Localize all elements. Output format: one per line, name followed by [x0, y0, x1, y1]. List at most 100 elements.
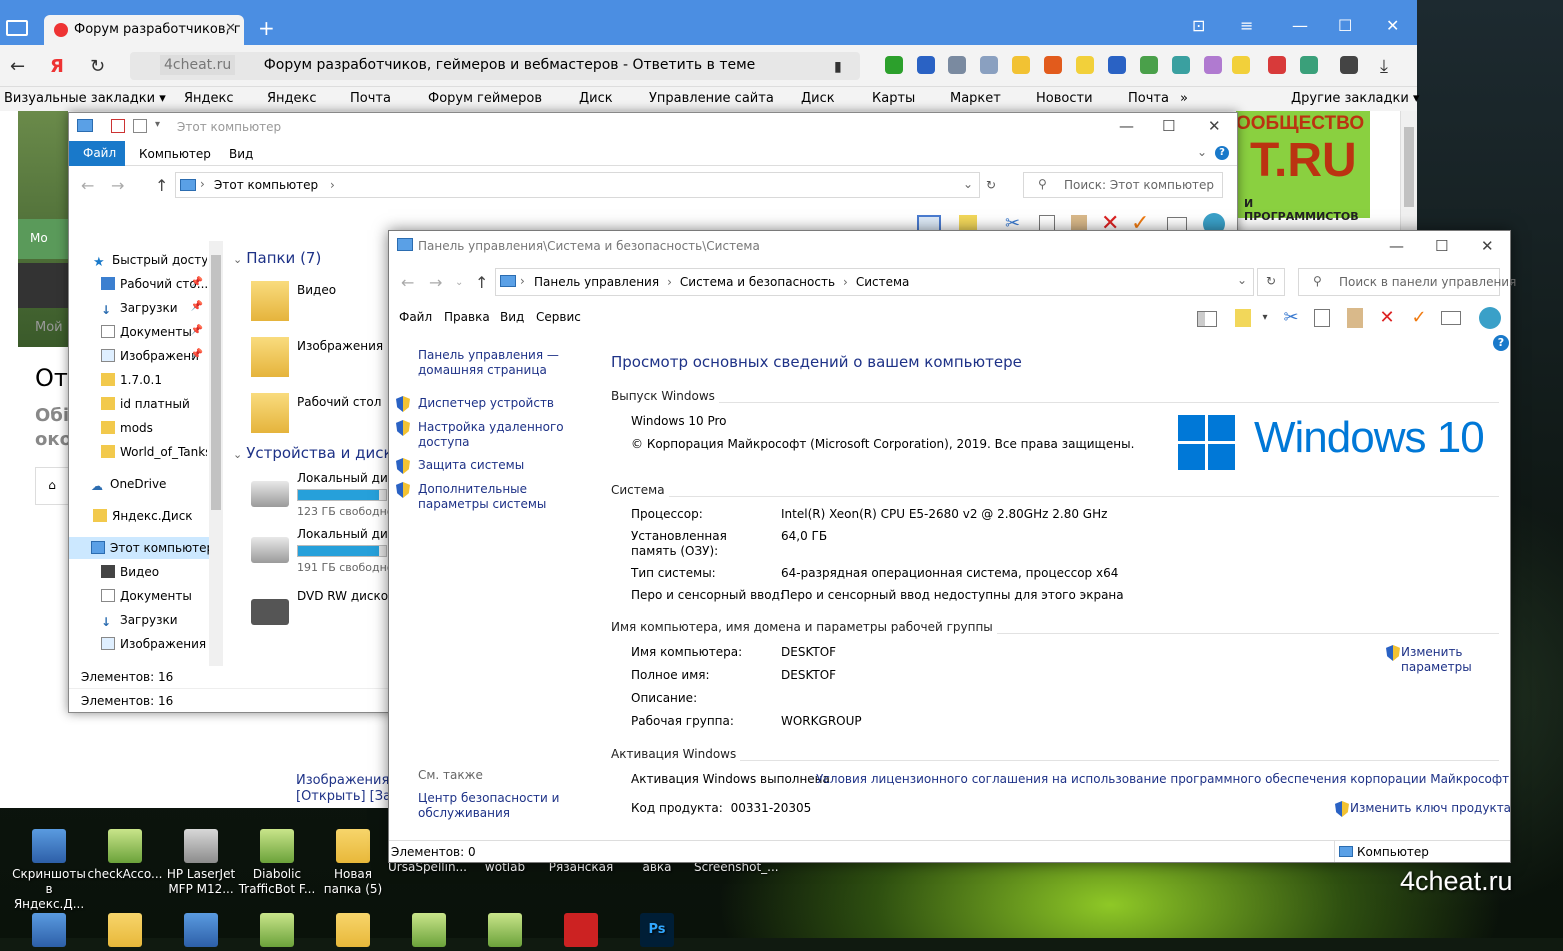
- close-icon[interactable]: ✕: [1481, 237, 1494, 255]
- address-path[interactable]: › Панель управления › Система и безопаснос…: [495, 268, 1254, 296]
- bookmark-visual[interactable]: Визуальные закладки ▾: [4, 91, 166, 106]
- page-menu-button[interactable]: Мо: [18, 219, 68, 259]
- bookmark-maps[interactable]: Карты: [872, 91, 915, 106]
- desktop-icon-row2[interactable]: [238, 907, 316, 951]
- refresh-icon[interactable]: ↻: [1257, 268, 1285, 296]
- copy-icon[interactable]: [1314, 309, 1330, 327]
- bookmark-mail[interactable]: Почта: [1128, 91, 1169, 106]
- bookmark-other[interactable]: Другие закладки ▾: [1291, 91, 1419, 106]
- nav-item[interactable]: World_of_Tanks_: [69, 441, 207, 463]
- nav-item[interactable]: id платный: [69, 393, 207, 415]
- cut-icon[interactable]: ✂: [1281, 308, 1301, 328]
- nav-item[interactable]: ↓ Загрузки 📌: [69, 297, 207, 319]
- extension-icon[interactable]: [948, 56, 966, 74]
- desktop-icon-row2[interactable]: [466, 907, 544, 951]
- maximize-icon[interactable]: ☐: [1162, 117, 1175, 135]
- nav-item[interactable]: ★ Быстрый доступ: [69, 249, 207, 271]
- reload-icon[interactable]: ↻: [90, 56, 105, 77]
- new-folder-icon[interactable]: [133, 119, 147, 133]
- bookmark-yandex[interactable]: Яндекс: [267, 91, 317, 106]
- breadcrumb-control-panel[interactable]: Панель управления: [534, 275, 659, 289]
- recent-dropdown-icon[interactable]: ⌄: [455, 277, 463, 288]
- back-icon[interactable]: ←: [10, 56, 25, 77]
- nav-item[interactable]: Документы 📌: [69, 321, 207, 343]
- extension-icon[interactable]: [1340, 56, 1358, 74]
- properties-icon[interactable]: [111, 119, 125, 133]
- desktop-icon-row2[interactable]: [10, 907, 88, 951]
- back-icon[interactable]: ←: [401, 273, 414, 292]
- desktop-icon-printer[interactable]: HP LaserJet MFP M12...: [162, 823, 240, 897]
- menu-view[interactable]: Вид: [500, 310, 524, 324]
- bookmark-manager-icon[interactable]: ⊡: [1192, 16, 1205, 35]
- bookmark-yandex[interactable]: Яндекс: [184, 91, 234, 106]
- path-segment[interactable]: Этот компьютер: [214, 178, 318, 192]
- extension-icon[interactable]: [1268, 56, 1286, 74]
- new-tab-button[interactable]: +: [258, 16, 275, 40]
- group-header-devices[interactable]: ⌄ Устройства и диски: [233, 444, 402, 462]
- forward-icon[interactable]: →: [111, 176, 124, 195]
- maximize-icon[interactable]: ☐: [1435, 237, 1448, 255]
- yandex-icon[interactable]: Я: [50, 56, 64, 77]
- nav-item[interactable]: mods: [69, 417, 207, 439]
- remote-settings-link[interactable]: Настройка удаленного доступа: [418, 420, 598, 450]
- nav-item[interactable]: 1.7.0.1: [69, 369, 207, 391]
- back-icon[interactable]: ←: [81, 176, 94, 195]
- nav-item[interactable]: Видео: [69, 561, 207, 583]
- change-settings-link[interactable]: Изменить параметры: [1401, 645, 1481, 675]
- bookmark-disk[interactable]: Диск: [801, 91, 835, 106]
- minimize-icon[interactable]: —: [1389, 237, 1404, 255]
- nav-item[interactable]: Этот компьютер: [69, 537, 209, 559]
- menu-service[interactable]: Сервис: [536, 310, 581, 324]
- nav-item[interactable]: Изображения: [69, 633, 207, 655]
- close-icon[interactable]: ✕: [1208, 117, 1221, 135]
- bookmark-news[interactable]: Новости: [1036, 91, 1093, 106]
- group-header-folders[interactable]: ⌄ Папки (7): [233, 249, 321, 267]
- search-input[interactable]: ⚲ Поиск: Этот компьютер: [1023, 172, 1223, 198]
- drive-item[interactable]: Локальный диск 191 ГБ свободно: [251, 525, 402, 577]
- folder-item-video[interactable]: Видео: [251, 281, 391, 333]
- bookmark-mail[interactable]: Почта: [350, 91, 391, 106]
- nav-item[interactable]: ☁ OneDrive: [69, 473, 207, 495]
- nav-item[interactable]: Изображени 📌: [69, 345, 207, 367]
- control-panel-home-link[interactable]: Панель управления — домашняя страница: [418, 348, 598, 378]
- breadcrumb-system-security[interactable]: Система и безопасность: [680, 275, 835, 289]
- desktop-icon-screenshots[interactable]: Скриншоты в Яндекс.Д...: [10, 823, 88, 912]
- extension-icon[interactable]: [1300, 56, 1318, 74]
- bookmark-gamers-forum[interactable]: Форум геймеров: [428, 91, 542, 106]
- desktop-icon-row2[interactable]: [162, 907, 240, 951]
- scrollbar-thumb[interactable]: [1404, 127, 1414, 207]
- address-path[interactable]: › Этот компьютер › ⌄: [175, 172, 980, 198]
- ribbon-tab-view[interactable]: Вид: [229, 147, 253, 161]
- folder-item-desktop[interactable]: Рабочий стол: [251, 393, 391, 445]
- extension-icon[interactable]: [1232, 56, 1250, 74]
- scrollbar-thumb[interactable]: [211, 255, 221, 510]
- checkmark-icon[interactable]: ✓: [1409, 308, 1429, 328]
- extension-icon[interactable]: [1108, 56, 1126, 74]
- minimize-icon[interactable]: —: [1292, 16, 1308, 35]
- up-icon[interactable]: ↑: [155, 176, 168, 195]
- gamepad-button[interactable]: [18, 263, 68, 308]
- help-icon[interactable]: ?: [1215, 146, 1229, 160]
- chevron-down-icon[interactable]: ⌄: [1237, 273, 1247, 287]
- forward-icon[interactable]: →: [429, 273, 442, 292]
- bookmark-market[interactable]: Маркет: [950, 91, 1001, 106]
- change-product-key-link[interactable]: Изменить ключ продукта: [1350, 801, 1511, 815]
- rename-icon[interactable]: [1441, 311, 1461, 325]
- security-center-link[interactable]: Центр безопасности и обслуживания: [418, 791, 568, 821]
- close-icon[interactable]: ✕: [1386, 16, 1399, 35]
- url-field[interactable]: 4cheat.ru Форум разработчиков, геймеров …: [130, 52, 860, 80]
- desktop-icon-diabolic[interactable]: Diabolic TrafficBot F...: [238, 823, 316, 897]
- desktop-icon-checkacco[interactable]: checkAcco...: [86, 823, 164, 882]
- extension-icon[interactable]: [1012, 56, 1030, 74]
- site-banner[interactable]: ООБЩЕСТВО T.RU И ПРОГРАММИСТОВ: [1236, 111, 1370, 223]
- navigation-scrollbar[interactable]: [209, 241, 223, 666]
- desktop-icon-row2[interactable]: [314, 907, 392, 951]
- layout-icon[interactable]: [1197, 311, 1217, 327]
- rename-icon[interactable]: [1167, 217, 1187, 231]
- nav-item[interactable]: Яндекс.Диск: [69, 505, 207, 527]
- menu-file[interactable]: Файл: [399, 310, 432, 324]
- menu-edit[interactable]: Правка: [444, 310, 490, 324]
- shield-extension-icon[interactable]: [1044, 56, 1062, 74]
- mail-icon[interactable]: [980, 56, 998, 74]
- tabs-menu-icon[interactable]: [6, 20, 28, 36]
